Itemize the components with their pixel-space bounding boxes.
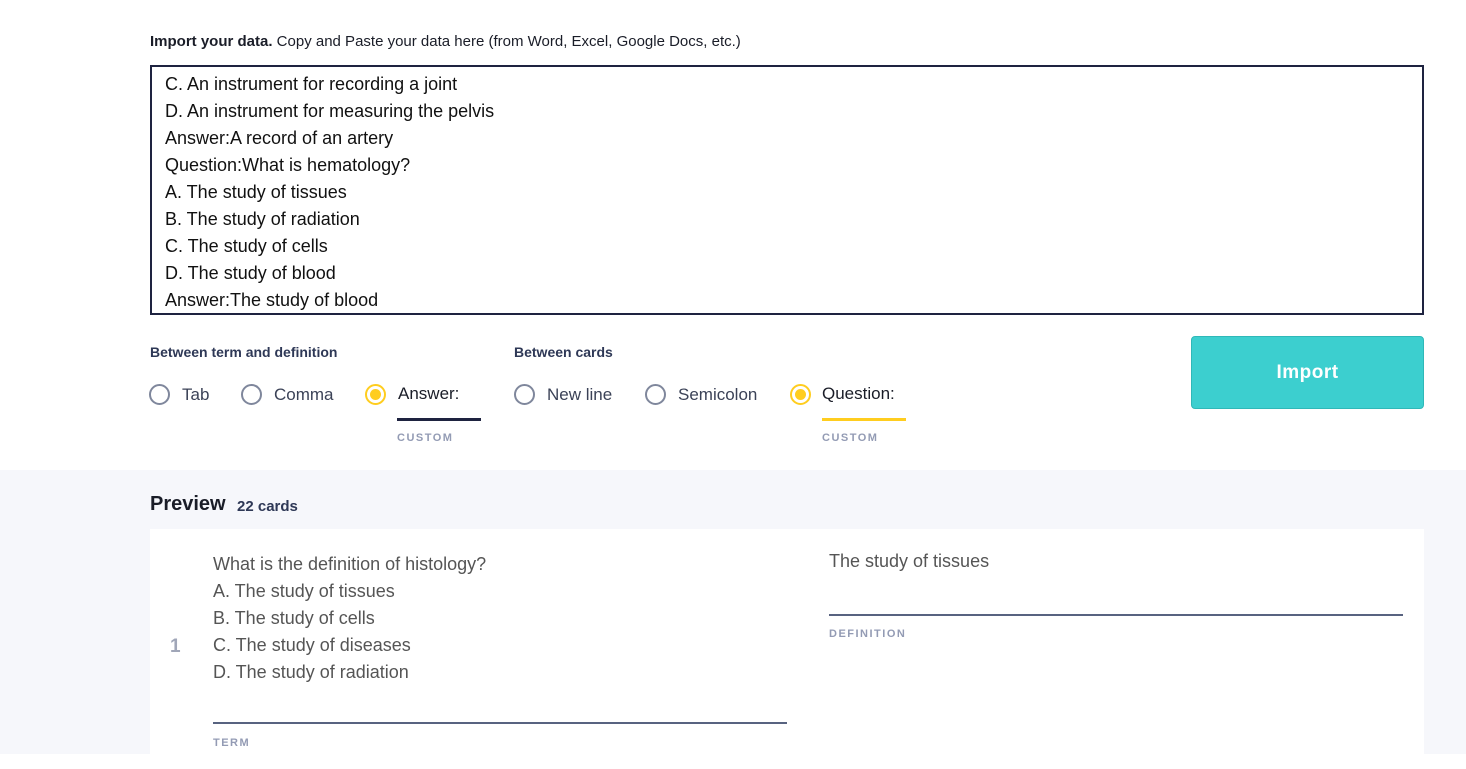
term-line: B. The study of cells — [213, 608, 375, 628]
radio-label: Comma — [274, 384, 334, 404]
import-textarea[interactable]: C. An instrument for recording a joint D.… — [150, 65, 1424, 315]
radio-custom-card[interactable] — [790, 384, 823, 405]
radio-tab[interactable]: Tab — [149, 384, 209, 405]
radio-semicolon[interactable]: Semicolon — [645, 384, 757, 405]
radio-circle[interactable] — [514, 384, 535, 405]
import-instructions: Import your data. Copy and Paste your da… — [150, 33, 741, 50]
radio-circle-selected[interactable] — [365, 384, 386, 405]
radio-circle[interactable] — [645, 384, 666, 405]
term-label: TERM — [213, 737, 251, 749]
term-underline — [213, 722, 787, 724]
definition-underline — [829, 614, 1403, 616]
custom-card-underline — [822, 418, 906, 421]
custom-card-label: CUSTOM — [822, 432, 879, 444]
textarea-line: B. The study of radiation — [165, 209, 360, 229]
import-button[interactable]: Import — [1191, 336, 1424, 409]
term-line: C. The study of diseases — [213, 635, 411, 655]
term-line: D. The study of radiation — [213, 662, 409, 682]
radio-comma[interactable]: Comma — [241, 384, 334, 405]
textarea-line: D. The study of blood — [165, 263, 336, 283]
textarea-line: Question:What is hematology? — [165, 155, 411, 175]
radio-circle[interactable] — [241, 384, 262, 405]
textarea-line: A. The study of tissues — [165, 182, 347, 202]
radio-label: Semicolon — [678, 384, 758, 404]
term-line: What is the definition of histology? — [213, 554, 487, 574]
radio-new-line[interactable]: New line — [514, 384, 612, 405]
textarea-line: C. An instrument for recording a joint — [165, 74, 458, 94]
card-separator-label: Between cards — [514, 344, 613, 360]
custom-card-input[interactable]: Question: — [822, 384, 895, 416]
custom-term-label: CUSTOM — [397, 432, 454, 444]
custom-term-input[interactable]: Answer: — [398, 384, 459, 416]
term-definition-separator-label: Between term and definition — [150, 344, 338, 360]
term-text[interactable]: What is the definition of histology? A. T… — [213, 551, 486, 686]
card-count: 22 cards — [237, 498, 298, 515]
radio-circle-selected[interactable] — [790, 384, 811, 405]
textarea-line: Answer:A record of an artery — [165, 128, 394, 148]
definition-text[interactable]: The study of tissues — [829, 551, 989, 572]
custom-term-underline — [397, 418, 481, 421]
textarea-line: D. An instrument for measuring the pelvi… — [165, 101, 495, 121]
radio-custom-term[interactable] — [365, 384, 398, 405]
preview-title: Preview — [150, 493, 226, 515]
textarea-line: C. The study of cells — [165, 236, 328, 256]
radio-circle[interactable] — [149, 384, 170, 405]
textarea-line: Answer:The study of blood — [165, 290, 379, 310]
import-section: Import your data. Copy and Paste your da… — [0, 0, 1466, 470]
term-line: A. The study of tissues — [213, 581, 395, 601]
definition-label: DEFINITION — [829, 628, 907, 640]
radio-label: Tab — [182, 384, 210, 404]
radio-label: New line — [547, 384, 613, 404]
card-number: 1 — [170, 636, 181, 657]
